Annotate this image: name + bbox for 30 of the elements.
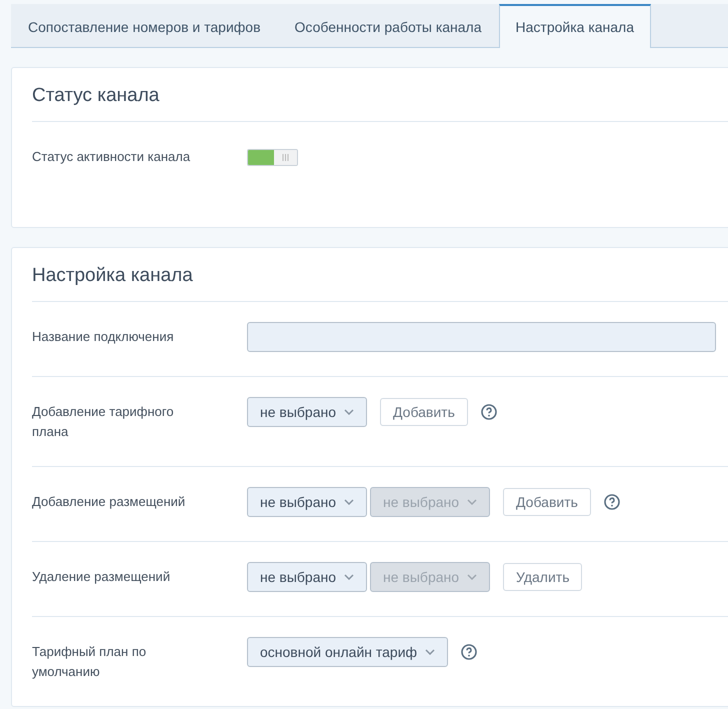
card-title: Настройка канала — [32, 248, 728, 302]
help-icon[interactable] — [461, 644, 478, 660]
field-label: Название подключения — [32, 328, 175, 346]
caret-icon — [425, 649, 436, 655]
caret-icon — [344, 409, 354, 415]
grip-icon — [282, 154, 289, 161]
toggle-switch[interactable] — [247, 149, 298, 166]
caret-icon — [344, 574, 354, 580]
action-button[interactable]: Добавить — [380, 398, 468, 426]
dropdown[interactable]: не выбрано — [247, 562, 368, 592]
tab[interactable]: Настройка канала — [498, 4, 652, 48]
tab[interactable]: Особенности работы канала — [278, 4, 499, 47]
input-field[interactable] — [247, 322, 716, 352]
field-label: Удаление размещений — [32, 568, 172, 586]
action-button[interactable]: Добавить — [503, 488, 591, 516]
caret-icon — [467, 574, 478, 580]
card-title: Статус канала — [32, 68, 728, 122]
field-label: Добавление размещений — [32, 493, 186, 511]
field-label: Тарифный план по умолчанию — [32, 643, 148, 681]
tab[interactable]: Сопоставление номеров и тарифов — [11, 4, 278, 47]
field-label: Добавление тарифного плана — [32, 403, 175, 441]
help-icon[interactable] — [604, 494, 620, 510]
dropdown[interactable]: не выбрано — [247, 397, 368, 427]
field-label: Статус активности канала — [32, 148, 192, 166]
dropdown[interactable]: не выбрано — [247, 487, 368, 517]
caret-icon — [467, 499, 478, 505]
caret-icon — [344, 499, 354, 505]
dropdown[interactable]: основной онлайн тариф — [247, 637, 448, 667]
help-icon[interactable] — [480, 404, 497, 420]
action-button[interactable]: Удалить — [503, 563, 582, 591]
